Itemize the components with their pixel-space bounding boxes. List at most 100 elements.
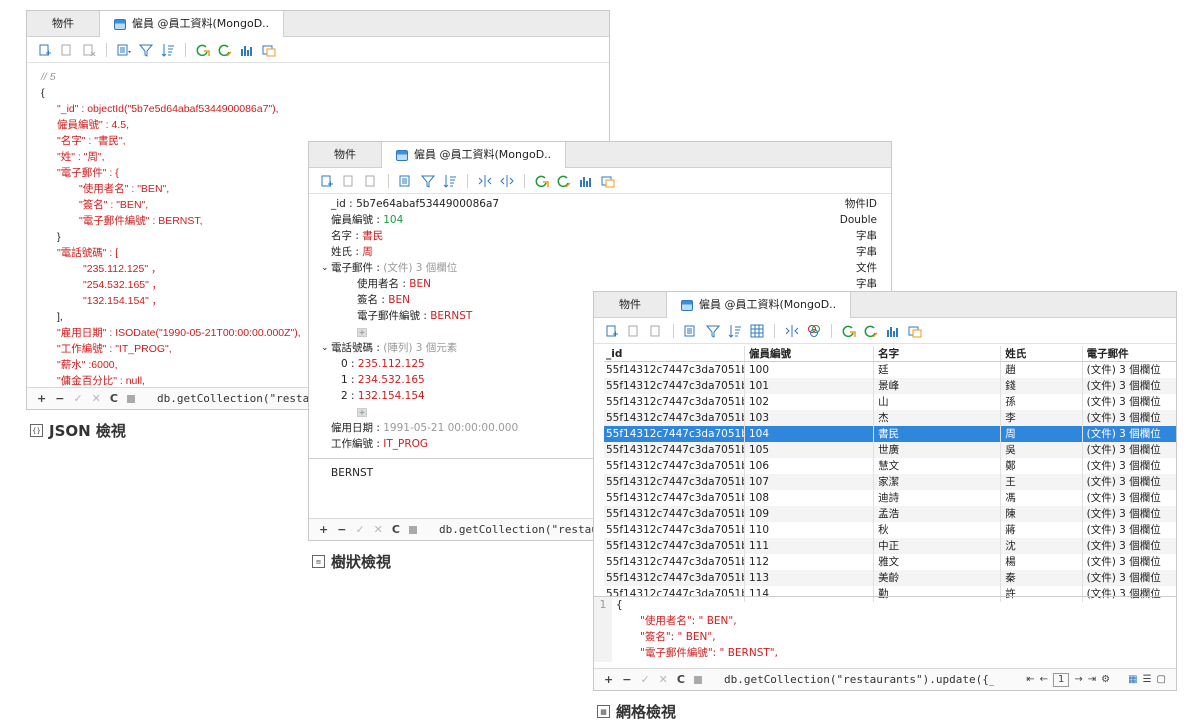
table-row[interactable]: 55f14312c7447c3da7051b26102山孫(文件) 3 個欄位 [604, 394, 1176, 410]
expand-icon[interactable] [477, 173, 493, 189]
next-page-icon[interactable]: → [1074, 674, 1082, 685]
first-page-icon[interactable]: ⇤ [1026, 674, 1034, 685]
table-row[interactable]: 55f14312c7447c3da7051b2f 104 書民周 (文件) 3 個欄位 [604, 426, 1176, 442]
add-document-icon[interactable] [37, 42, 53, 58]
tree-row[interactable]: 僱員編號 : 104 Double [309, 212, 891, 228]
add-button[interactable]: + [604, 673, 613, 686]
data-icon[interactable] [600, 173, 616, 189]
import-icon[interactable] [534, 173, 550, 189]
import-icon[interactable] [195, 42, 211, 58]
expand-icon[interactable] [784, 323, 800, 339]
import-icon[interactable] [841, 323, 857, 339]
add-element-icon[interactable]: + [357, 408, 367, 417]
tree-row[interactable]: _id : 5b7e64abaf5344900086a7 物件ID [309, 196, 891, 212]
stop-button[interactable] [126, 394, 135, 403]
table-header[interactable]: _id 僱員編號 名字 姓氏 電子郵件 [604, 346, 1176, 362]
delete-document-icon[interactable] [363, 173, 379, 189]
filter-icon[interactable] [138, 42, 154, 58]
column-header[interactable]: _id [604, 346, 745, 361]
table-row[interactable]: 55f14312c7447c3da7051b33108迪詩馮(文件) 3 個欄位 [604, 490, 1176, 506]
chart-icon[interactable] [578, 173, 594, 189]
view-mode-icon[interactable] [683, 323, 699, 339]
remove-button[interactable]: − [55, 392, 64, 405]
export-icon[interactable] [863, 323, 879, 339]
data-grid[interactable]: _id僱員編號名字姓氏電子郵件55f14312c7447c3da7051b271… [604, 346, 1176, 602]
export-icon[interactable] [556, 173, 572, 189]
chart-icon[interactable] [885, 323, 901, 339]
edit-document-icon[interactable] [626, 323, 642, 339]
json-view-toggle-icon[interactable]: ▢ [1157, 674, 1166, 685]
prev-page-icon[interactable]: ← [1040, 674, 1048, 685]
table-row[interactable]: 55f14312c7447c3da7051b32106慧文鄭(文件) 3 個欄位 [604, 458, 1176, 474]
apply-button[interactable]: ✓ [73, 392, 82, 405]
table-row[interactable]: 55f14312c7447c3da7051b2c 111 中正沈 (文件) 3 個欄位 [604, 538, 1176, 554]
sort-icon[interactable] [442, 173, 458, 189]
table-row[interactable]: 55f14312c7447c3da7051b2a110秋蔣(文件) 3 個欄位 [604, 522, 1176, 538]
data-icon[interactable] [907, 323, 923, 339]
column-header[interactable]: 姓氏 [1001, 346, 1083, 361]
tree-row[interactable]: 名字 : 書民 字串 [309, 228, 891, 244]
add-button[interactable]: + [319, 523, 328, 536]
last-page-icon[interactable]: ⇥ [1088, 674, 1096, 685]
filter-icon[interactable] [420, 173, 436, 189]
add-field-icon[interactable]: + [357, 328, 367, 337]
tree-row[interactable]: 使用者名 : BEN 字串 [309, 276, 891, 292]
discard-button[interactable]: ✕ [374, 523, 383, 536]
export-icon[interactable] [217, 42, 233, 58]
tab-document[interactable]: 僱員 @員工資料(MongoD.. [381, 142, 567, 168]
tab-objects[interactable]: 物件 [309, 142, 381, 168]
tab-document[interactable]: 僱員 @員工資料(MongoD.. [99, 11, 285, 37]
table-row[interactable]: 55f14312c7447c3da7051b28101景峰錢(文件) 3 個欄位 [604, 378, 1176, 394]
table-row[interactable]: 55f14312c7447c3da7051b31107家潔王(文件) 3 個欄位 [604, 474, 1176, 490]
table-row[interactable]: 55f14312c7447c3da7051b30105世廣吳(文件) 3 個欄位 [604, 442, 1176, 458]
remove-button[interactable]: − [622, 673, 631, 686]
table-row[interactable]: 55f14312c7447c3da7051b2d112雅文楊(文件) 3 個欄位 [604, 554, 1176, 570]
tab-objects[interactable]: 物件 [27, 11, 99, 37]
sort-icon[interactable] [160, 42, 176, 58]
stop-button[interactable] [693, 675, 702, 684]
chevron-down-icon[interactable]: ⌄ [321, 260, 329, 276]
table-row[interactable]: 55f14312c7447c3da7051b2e103杰李(文件) 3 個欄位 [604, 410, 1176, 426]
refresh-button[interactable]: C [110, 392, 118, 405]
refresh-button[interactable]: C [392, 523, 400, 536]
apply-button[interactable]: ✓ [640, 673, 649, 686]
stop-button[interactable] [408, 525, 417, 534]
column-header[interactable]: 電子郵件 [1083, 346, 1176, 361]
discard-button[interactable]: ✕ [659, 673, 668, 686]
filter-icon[interactable] [705, 323, 721, 339]
data-icon[interactable] [261, 42, 277, 58]
grid-detail-pane[interactable]: 1 { "使用者名": " BEN", "簽名": " BEN", "電子郵件編… [594, 596, 1176, 662]
edit-document-icon[interactable] [59, 42, 75, 58]
tree-row[interactable]: 姓氏 : 周 字串 [309, 244, 891, 260]
discard-button[interactable]: ✕ [92, 392, 101, 405]
grid-icon[interactable] [749, 323, 765, 339]
refresh-button[interactable]: C [677, 673, 685, 686]
settings-icon[interactable]: ⚙ [1101, 674, 1110, 685]
chart-icon[interactable] [239, 42, 255, 58]
tab-document[interactable]: 僱員 @員工資料(MongoD.. [666, 292, 852, 318]
table-row[interactable]: 55f14312c7447c3da7051b34109孟浩陳(文件) 3 個欄位 [604, 506, 1176, 522]
tree-view-toggle-icon[interactable]: ☰ [1143, 674, 1152, 685]
sort-icon[interactable] [727, 323, 743, 339]
tab-objects[interactable]: 物件 [594, 292, 666, 318]
table-row[interactable]: 55f14312c7447c3da7051b2b113美齡秦(文件) 3 個欄位 [604, 570, 1176, 586]
apply-button[interactable]: ✓ [355, 523, 364, 536]
delete-document-icon[interactable] [648, 323, 664, 339]
add-document-icon[interactable] [319, 173, 335, 189]
view-mode-icon[interactable] [398, 173, 414, 189]
column-header[interactable]: 名字 [874, 346, 1002, 361]
add-button[interactable]: + [37, 392, 46, 405]
color-icon[interactable] [806, 323, 822, 339]
tree-row[interactable]: ⌄ 電子郵件 : (文件) 3 個欄位 文件 [309, 260, 891, 276]
view-mode-icon[interactable] [116, 42, 132, 58]
table-row[interactable]: 55f14312c7447c3da7051b27100廷趙(文件) 3 個欄位 [604, 362, 1176, 378]
grid-view-toggle-icon[interactable]: ▦ [1128, 674, 1137, 685]
page-input[interactable]: 1 [1053, 672, 1070, 687]
edit-document-icon[interactable] [341, 173, 357, 189]
add-document-icon[interactable] [604, 323, 620, 339]
remove-button[interactable]: − [337, 523, 346, 536]
delete-document-icon[interactable] [81, 42, 97, 58]
collapse-icon[interactable] [499, 173, 515, 189]
column-header[interactable]: 僱員編號 [745, 346, 875, 361]
chevron-down-icon[interactable]: ⌄ [321, 340, 329, 356]
